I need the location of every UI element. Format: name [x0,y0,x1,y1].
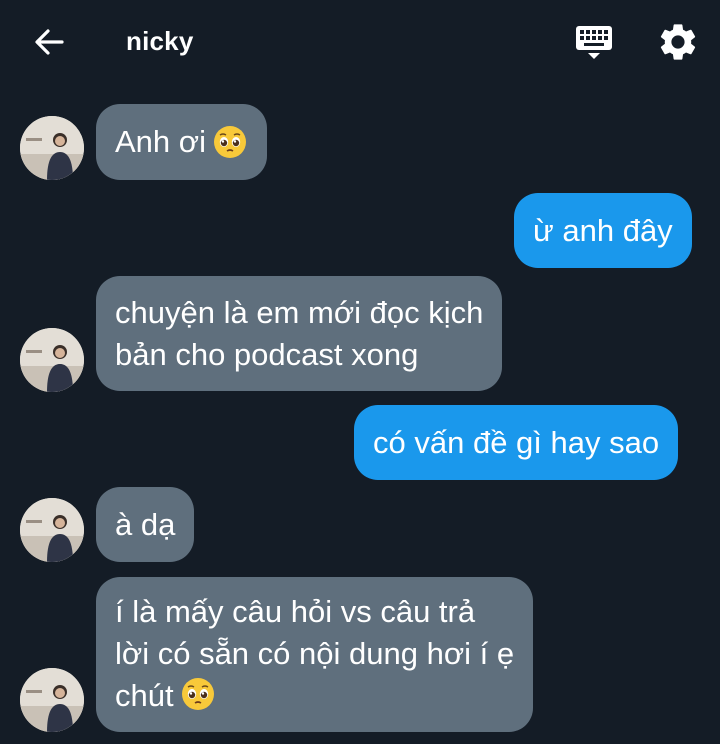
message-text: chuyện là em mới đọc kịch bản cho podcas… [115,294,484,372]
message-text: í là mấy câu hỏi vs câu trả lời có sẵn c… [115,591,514,717]
arrow-left-icon [35,29,64,55]
pleading-face-icon [181,678,214,710]
keyboard-icon [576,26,612,59]
contact-name[interactable]: nicky [126,26,194,57]
avatar-photo-icon [20,498,84,562]
message-text-body: í là mấy câu hỏi vs câu trả lời có sẵn c… [115,594,515,713]
avatar-photo-icon [20,116,84,180]
message-text: Anh ơi [115,124,206,159]
message-bubble-incoming[interactable]: à dạ [96,487,195,562]
message-bubble-incoming[interactable]: chuyện là em mới đọc kịch bản cho podcas… [96,276,503,391]
message-bubble-incoming[interactable]: í là mấy câu hỏi vs câu trả lời có sẵn c… [96,577,534,732]
avatar[interactable] [20,328,84,392]
message-text: à dạ [115,506,176,542]
settings-button[interactable] [656,20,700,64]
message-bubble-outgoing[interactable]: ừ anh đây [514,193,692,268]
avatar[interactable] [20,116,84,180]
message-text: ừ anh đây [533,212,673,248]
avatar-photo-icon [20,668,84,732]
message-text: có vấn đề gì hay sao [373,424,660,460]
pleading-face-icon [214,126,246,158]
keyboard-button[interactable] [572,22,616,62]
message-bubble-outgoing[interactable]: có vấn đề gì hay sao [354,405,679,480]
gear-icon [660,24,696,60]
avatar-photo-icon [20,328,84,392]
avatar[interactable] [20,668,84,732]
avatar[interactable] [20,498,84,562]
chat-header: nicky [0,0,720,84]
message-bubble-incoming[interactable]: Anh ơi [96,104,267,180]
back-button[interactable] [30,24,68,60]
